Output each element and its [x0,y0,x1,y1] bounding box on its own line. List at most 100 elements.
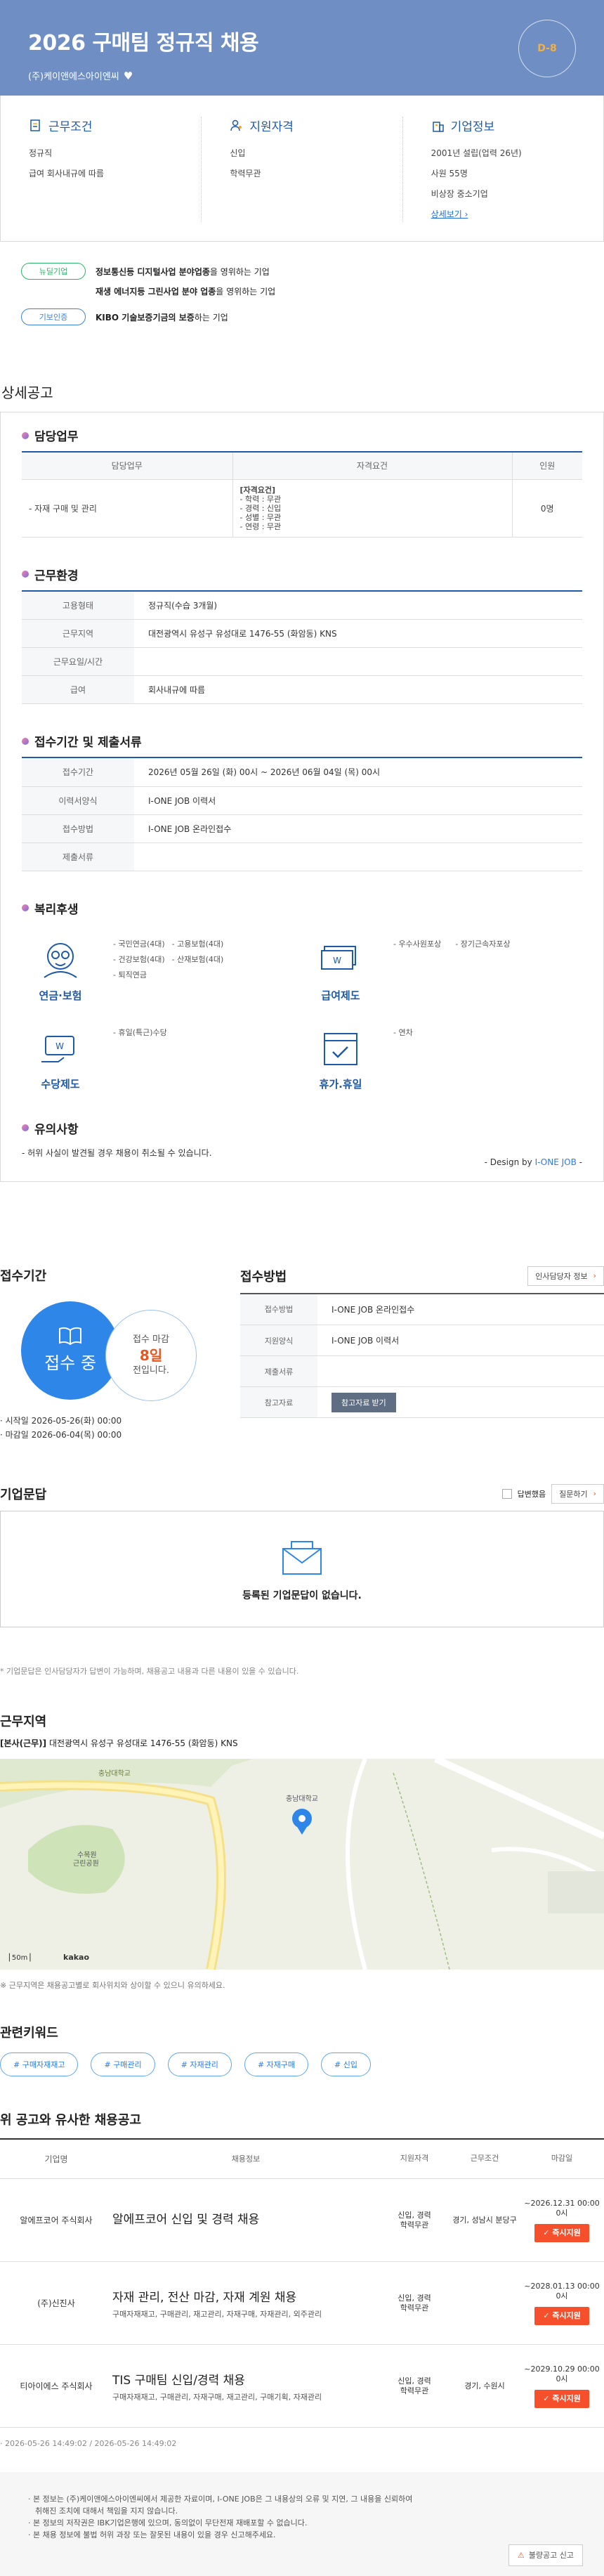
col-header: 지원자격 [379,2139,449,2179]
table-row: - 자재 구매 및 관리 [자격요건] - 학력 : 무관 - 경력 : 신입 … [22,479,582,538]
chevron-right-icon: › [593,1489,596,1498]
row-value: I-ONE JOB 이력서 [317,1325,604,1356]
job-info-cell[interactable]: 자재 관리, 전산 마감, 자재 계원 채용 구매자재재고, 구매관리, 재고관리… [112,2261,379,2345]
period-heading: 접수기간 및 제출서류 [22,732,582,758]
job-title-link[interactable]: TIS 구매팀 신입/경력 채용 [112,2370,379,2388]
period-table: 접수기간 2026년 05월 26일 (화) 00시 ~ 2026년 06월 04… [22,758,582,871]
environment-title: 근무환경 [34,568,79,583]
row-key: 접수방법 [22,814,134,843]
benefit-pension: 연금·보험 - 국민연금(4대) - 고용보험(4대) - 건강보험(4대) -… [22,938,302,1003]
list-item: - 장기근속자포상 [455,939,511,949]
keyword-tag[interactable]: # 신입 [321,2052,372,2076]
caution-title: 유의사항 [34,1122,79,1137]
col-header: 마감일 [520,2139,604,2179]
qa-note: * 기업문답은 인사담당자가 답변이 가능하며, 채용공고 내용과 다른 내용이… [0,1666,299,1676]
qual-cell: 신입, 경력 학력무관 [379,2178,449,2262]
location-map[interactable]: 충남대학교 수목원 근린공원 충남대학교 ▕ 50m ▏ kakao [0,1758,604,1970]
heart-icon[interactable]: ♥ [124,70,133,82]
employees: 사원 55명 [431,169,468,178]
list-item: - 퇴직연금 [113,970,147,980]
report-button[interactable]: ⚠ 불량공고 신고 [508,2544,583,2566]
job-info-cell[interactable]: 알에프코어 신입 및 경력 채용 [112,2178,379,2262]
deadline-text: ~2029.10.29 00:00 0시 [524,2364,600,2383]
company-detail-link[interactable]: 상세보기 › [431,209,468,219]
headcount-header: 인원 [511,453,582,480]
employment-type: 정규직 [29,148,53,158]
ask-question-button[interactable]: 질문하기 › [551,1483,604,1504]
table-row: 고용형태 정규직(수습 3개월) [22,591,582,620]
period-panel-title: 접수기간 [0,1268,47,1284]
newdeal-badge: 뉴딜기업 [21,263,86,280]
caution-text: - 허위 사실이 발견될 경우 채용이 취소될 수 있습니다. [22,1147,212,1158]
duty-header: 담당업무 [22,453,233,480]
welfare-block: 복리후생 연금·보험 - 국민연금(4대) - 고용보험(4대) - 건강보험(… [22,899,582,1091]
benefit-icon-wrap: W 급여제도 [302,938,379,1003]
environment-block: 근무환경 고용형태 정규직(수습 3개월) 근무지역 대전광역시 유성구 유성대로 … [22,566,582,704]
keyword-tag[interactable]: # 자재관리 [167,2052,232,2076]
duty-title: 담당업무 [34,430,79,444]
work-condition-col: 근무조건 정규직 급여 회사내규에 따름 [1,117,202,222]
job-header: 2026 구매팀 정규직 채용 (주)케이앤에스아이엔씨 ♥ D-8 [0,0,604,96]
deadline-circle: 접수 마감 8일 전입니다. [105,1309,197,1401]
badge-rest: 을 영위하는 기업 [216,287,276,297]
job-info-cell[interactable]: TIS 구매팀 신입/경력 채용 구매자재재고, 구매관리, 자재구매, 재고관리… [112,2344,379,2428]
footer-line: · 본 정보의 저작권은 IBK기업은행에 있으며, 동의없이 무단전재 재배포… [28,2518,308,2528]
document-icon [30,119,40,131]
building-icon [432,121,444,132]
answered-label[interactable]: 답변했음 [518,1488,546,1500]
job-title-link[interactable]: 알에프코어 신입 및 경력 채용 [112,2209,379,2227]
table-row: 제출서류 [22,843,582,871]
duty-table: 담당업무 자격요건 인원 - 자재 구매 및 관리 [자격요건] - 학력 : … [22,453,582,538]
footer-line: 취해진 조치에 대해서 책임을 지지 않습니다. [35,2506,178,2516]
map-scale: ▕ 50m ▏ [4,1953,35,1962]
download-reference-button[interactable]: 참고자료 받기 [331,1392,396,1412]
company-name[interactable]: (주)케이앤에스아이엔씨 ♥ [28,69,576,83]
design-brand: I-ONE JOB [534,1157,577,1167]
table-row: 이력서양식 I-ONE JOB 이력서 [22,786,582,815]
start-date: · 시작일 2026-05-26(화) 00:00 [0,1415,122,1426]
keyword-tag[interactable]: # 구매자재재고 [0,2052,79,2076]
qa-title: 기업문답 [0,1487,47,1502]
company-cell[interactable]: (주)신진사 [0,2261,112,2345]
person-icon [230,119,242,131]
row-key: 참고자료 [240,1386,317,1418]
work-condition-title: 근무조건 [48,120,93,134]
keyword-tag[interactable]: # 구매관리 [91,2052,155,2076]
quick-apply-button[interactable]: ✓ 즉시지원 [534,2389,589,2408]
report-label: 불량공고 신고 [528,2551,574,2560]
job-title: 2026 구매팀 정규직 채용 [28,31,259,56]
map-kakao-logo: kakao [63,1953,89,1962]
row-key: 이력서양식 [22,786,134,815]
benefit-label: 수당제도 [41,1077,80,1091]
company-cell[interactable]: 알에프코어 주식회사 [0,2178,112,2262]
row-value [134,843,582,871]
deadline-cell: ~2029.10.29 00:00 0시 ✓ 즉시지원 [520,2344,604,2428]
method-panel: 접수방법 인사담당자 정보 › 접수방법 I-ONE JOB 온라인접수 지원양식 I… [232,1266,604,1442]
company-name-text[interactable]: (주)케이앤에스아이엔씨 [28,69,119,82]
keyword-tag[interactable]: # 자재구매 [244,2052,309,2076]
benefit-icon-wrap: 휴가.휴일 [302,1027,379,1091]
company-info-title: 기업정보 [450,120,495,134]
job-title-link[interactable]: 자재 관리, 전산 마감, 자재 계원 채용 [112,2287,379,2305]
qual-cell: 신입, 경력 학력무관 [379,2261,449,2345]
end-date: · 마감일 2026-06-04(목) 00:00 [0,1429,122,1440]
table-row: 근무지역 대전광역시 유성구 유성대로 1476-55 (화암동) KNS [22,619,582,648]
design-credit: - Design by I-ONE JOB - [22,1157,582,1167]
qa-header: 기업문답 답변했음 질문하기 › [0,1483,604,1511]
row-key: 급여 [22,675,134,704]
career-level: 신입 [230,148,246,158]
status-text: 접수 중 [44,1353,96,1373]
benefit-label: 급여제도 [321,989,360,1002]
contact-info-button[interactable]: 인사담당자 정보 › [527,1266,604,1286]
qa-empty-text: 등록된 기업문답이 없습니다. [242,1589,362,1601]
answered-checkbox[interactable] [501,1488,512,1499]
benefit-list: - 휴일(특근)수당 [113,1027,167,1038]
address-tag: [본사(근무)] [0,1738,47,1748]
environment-heading: 근무환경 [22,566,582,592]
quick-apply-button[interactable]: ✓ 즉시지원 [534,2223,589,2242]
quick-apply-button[interactable]: ✓ 즉시지원 [534,2306,589,2325]
company-type: 비상장 중소기업 [431,189,488,199]
company-cell[interactable]: 티아이에스 주식회사 [0,2344,112,2428]
map-canvas[interactable]: 충남대학교 수목원 근린공원 충남대학교 ▕ 50m ▏ kakao [0,1758,604,1970]
cond-cell: 경기, 수원시 [449,2344,520,2428]
